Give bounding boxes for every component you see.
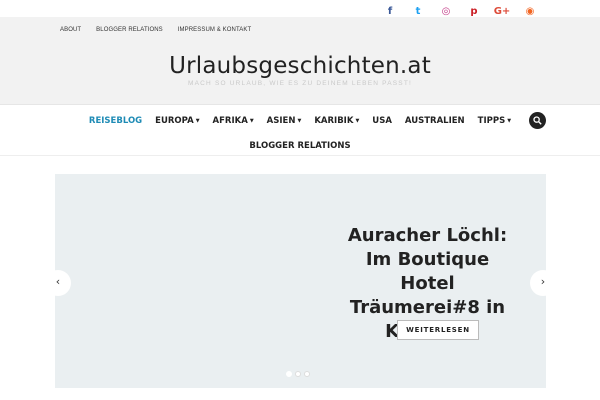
slider-next-button[interactable]: › [530,270,556,296]
nav-item-usa[interactable]: USA [372,115,392,127]
chevron-down-icon: ▼ [249,118,254,124]
slider-dot[interactable] [286,371,292,377]
chevron-down-icon: ▼ [507,118,512,124]
main-nav: REISEBLOG EUROPA ▼ AFRIKA ▼ ASIEN ▼ KARIBIK ▼ USA… [0,106,600,156]
nav-item-label: KARIBIK [314,116,354,126]
slider-dot[interactable] [295,371,301,377]
site-title[interactable]: Urlaubsgeschichten.at [0,53,600,79]
nav-item-label: USA [372,116,392,126]
nav-item-label: EUROPA [155,116,194,126]
nav-item-karibik[interactable]: KARIBIK ▼ [314,115,359,127]
slider-dot[interactable] [304,371,310,377]
search-icon [533,116,542,125]
utility-nav: ABOUT BLOGGER RELATIONS IMPRESSUM & KONTAK… [60,17,266,42]
nav-item-tipps[interactable]: TIPPS ▼ [478,115,511,127]
nav-item-label: AUSTRALIEN [404,116,465,126]
chevron-down-icon: ▼ [195,118,200,124]
main-nav-row: REISEBLOG EUROPA ▼ AFRIKA ▼ ASIEN ▼ KARIBIK ▼ USA… [0,115,600,127]
nav-item-australien[interactable]: AUSTRALIEN [405,115,465,127]
utility-bar: ABOUT BLOGGER RELATIONS IMPRESSUM & KONTAK… [0,17,600,42]
nav-item-asien[interactable]: ASIEN ▼ [267,115,302,127]
utility-nav-item[interactable]: IMPRESSUM & KONTAKT [178,27,251,33]
utility-nav-item[interactable]: BLOGGER RELATIONS [96,27,163,33]
site-tagline: Mach so Urlaub, wie es zu deinem Leben p… [188,80,412,87]
nav-item-afrika[interactable]: AFRIKA ▼ [213,115,254,127]
nav-item-label: TIPPS [477,116,506,126]
chevron-left-icon: ‹ [55,275,61,288]
utility-nav-item[interactable]: ABOUT [60,27,81,33]
read-more-button[interactable]: WEITERLESEN [397,320,479,340]
slider-dots [286,371,310,377]
nav-item-blogger-relations[interactable]: BLOGGER RELATIONS [249,141,350,151]
nav-item-label: ASIEN [266,116,296,126]
chevron-right-icon: › [540,275,546,288]
site-header: Urlaubsgeschichten.at Mach so Urlaub, wi… [0,42,600,105]
chevron-down-icon: ▼ [355,118,360,124]
nav-item-europa[interactable]: EUROPA ▼ [155,115,199,127]
nav-item-label: AFRIKA [212,116,248,126]
main-nav-row-2: BLOGGER RELATIONS [0,135,600,153]
slider-prev-button[interactable]: ‹ [45,270,71,296]
search-button[interactable] [529,112,546,129]
nav-item-reiseblog[interactable]: REISEBLOG [89,115,142,127]
chevron-down-icon: ▼ [297,118,302,124]
nav-item-label: REISEBLOG [88,116,143,126]
